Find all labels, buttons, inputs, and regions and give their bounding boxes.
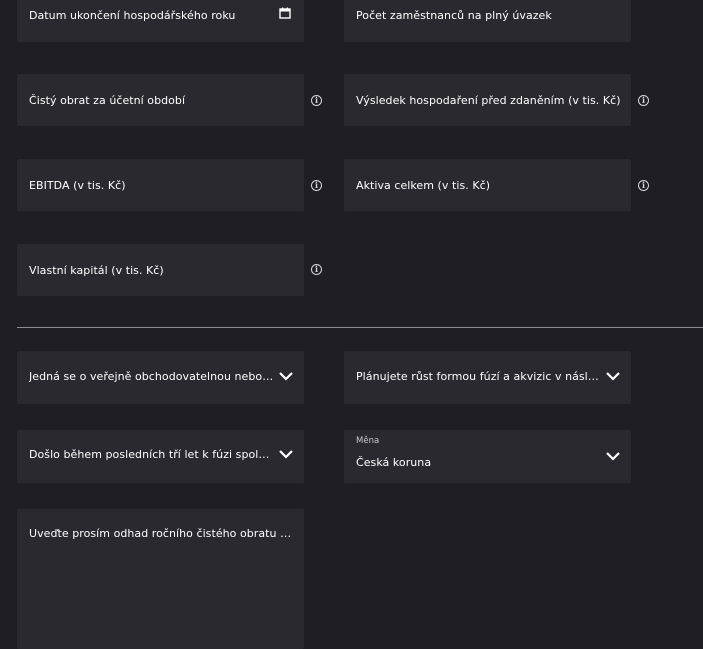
currency-label: Měna <box>356 436 380 446</box>
public-company-select[interactable]: Jedná se o veřejně obchodovatelnou nebo … <box>17 351 304 404</box>
info-icon[interactable]: i <box>311 95 322 106</box>
end-date-label: Datum ukončení hospodářského roku <box>29 9 236 22</box>
pre-tax-result-field[interactable]: Výsledek hospodaření před zdaněním (v ti… <box>344 74 631 126</box>
ebitda-label: EBITDA (v tis. Kč) <box>29 179 126 192</box>
calendar-icon[interactable] <box>279 7 291 19</box>
employees-label: Počet zaměstnanců na plný úvazek <box>356 9 552 22</box>
equity-label: Vlastní kapitál (v tis. Kč) <box>29 264 164 277</box>
pre-tax-result-label: Výsledek hospodaření před zdaněním (v ti… <box>356 94 621 107</box>
growth-mna-select[interactable]: Plánujete růst formou fúzí a akvizic v n… <box>344 351 631 404</box>
info-icon[interactable]: i <box>311 180 322 191</box>
net-turnover-field[interactable]: Čistý obrat za účetní období <box>17 74 304 126</box>
chevron-down-icon[interactable] <box>605 371 621 381</box>
section-divider <box>17 327 703 328</box>
public-company-label: Jedná se o veřejně obchodovatelnou nebo … <box>29 370 275 383</box>
growth-mna-label: Plánujete růst formou fúzí a akvizic v n… <box>356 370 602 383</box>
recent-merger-select[interactable]: Došlo během posledních tří let k fúzi sp… <box>17 430 304 483</box>
net-turnover-label: Čistý obrat za účetní období <box>29 94 186 107</box>
chevron-down-icon[interactable] <box>605 451 621 461</box>
recent-merger-label: Došlo během posledních tří let k fúzi sp… <box>29 448 275 461</box>
info-icon[interactable]: i <box>638 95 649 106</box>
total-assets-field[interactable]: Aktiva celkem (v tis. Kč) <box>344 159 631 211</box>
total-assets-label: Aktiva celkem (v tis. Kč) <box>356 179 491 192</box>
chevron-down-icon[interactable] <box>278 371 294 381</box>
equity-field[interactable]: Vlastní kapitál (v tis. Kč) <box>17 244 304 296</box>
info-icon[interactable]: i <box>638 180 649 191</box>
end-date-field[interactable]: Datum ukončení hospodářského roku <box>17 0 304 42</box>
currency-select[interactable]: Měna Česká koruna <box>344 430 631 483</box>
employees-field[interactable]: Počet zaměstnanců na plný úvazek <box>344 0 631 42</box>
chevron-down-icon[interactable] <box>278 449 294 459</box>
currency-value: Česká koruna <box>356 456 432 469</box>
info-icon[interactable]: i <box>311 264 322 275</box>
estimate-label: Uveďte prosím odhad ročního čistého obra… <box>29 527 294 540</box>
ebitda-field[interactable]: EBITDA (v tis. Kč) <box>17 159 304 211</box>
estimate-textarea[interactable]: Uveďte prosím odhad ročního čistého obra… <box>17 509 304 649</box>
